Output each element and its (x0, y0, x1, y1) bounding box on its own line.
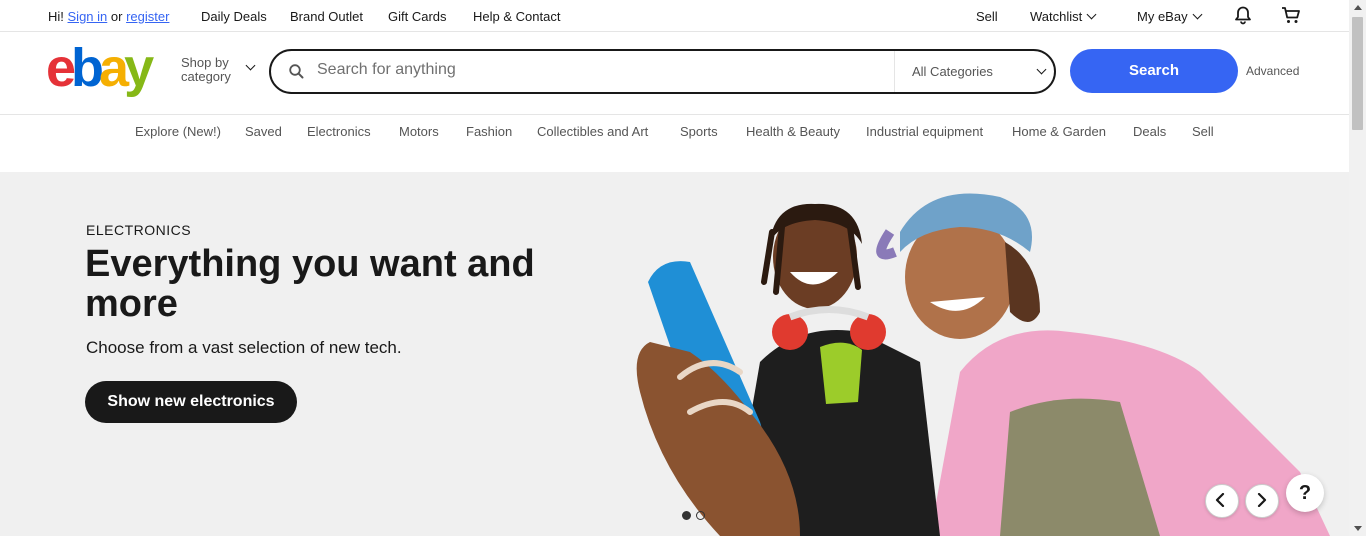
category-select[interactable]: All Categories (894, 51, 1055, 92)
nav-electronics[interactable]: Electronics (307, 124, 371, 139)
nav-health-beauty[interactable]: Health & Beauty (746, 124, 840, 139)
category-nav: Explore (New!) Saved Electronics Motors … (0, 114, 1349, 150)
carousel-dots (682, 507, 710, 525)
carousel-dot[interactable] (696, 511, 705, 520)
search-bar: All Categories (269, 49, 1056, 94)
hero-photo (636, 193, 1330, 536)
daily-deals-link[interactable]: Daily Deals (201, 9, 267, 24)
chevron-down-icon (1036, 64, 1047, 75)
watchlist-menu[interactable]: Watchlist (1030, 9, 1097, 24)
hero-banner: ELECTRONICS Everything you want and more… (0, 172, 1349, 536)
register-link[interactable]: register (126, 9, 169, 24)
search-button[interactable]: Search (1070, 49, 1238, 93)
search-input[interactable] (315, 60, 889, 80)
shop-by-line2: category (181, 69, 231, 84)
nav-explore[interactable]: Explore (New!) (135, 124, 221, 139)
advanced-search-link[interactable]: Advanced (1246, 64, 1299, 78)
shop-by-category-button[interactable]: Shop by category (181, 55, 256, 84)
show-electronics-button[interactable]: Show new electronics (85, 381, 297, 423)
scrollbar-thumb[interactable] (1352, 17, 1363, 130)
header: ebay Shop by category All Categories Sea… (0, 31, 1349, 115)
nav-fashion[interactable]: Fashion (466, 124, 512, 139)
nav-collectibles[interactable]: Collectibles and Art (537, 124, 648, 139)
top-bar: Hi! Sign in or register Daily Deals Bran… (0, 0, 1349, 32)
scroll-up-arrow[interactable] (1354, 5, 1362, 10)
chevron-left-icon (1215, 493, 1225, 507)
nav-sell[interactable]: Sell (1192, 124, 1214, 139)
bell-icon[interactable] (1234, 6, 1252, 28)
hero-title: Everything you want and more (85, 243, 535, 325)
hero-eyebrow: ELECTRONICS (86, 222, 192, 238)
search-icon (289, 64, 304, 84)
shop-by-line1: Shop by (181, 55, 229, 70)
brand-outlet-link[interactable]: Brand Outlet (290, 9, 363, 24)
logo-letter-a: a (99, 38, 129, 98)
nav-motors[interactable]: Motors (399, 124, 439, 139)
carousel-dot[interactable] (682, 511, 691, 520)
hero-subtitle: Choose from a vast selection of new tech… (86, 338, 402, 357)
category-select-label: All Categories (912, 64, 993, 79)
carousel-prev-button[interactable] (1205, 484, 1239, 518)
logo-letter-b: b (71, 38, 104, 98)
chevron-down-icon (1086, 9, 1097, 20)
watchlist-label: Watchlist (1030, 9, 1083, 24)
chevron-down-icon (245, 60, 256, 71)
nav-deals[interactable]: Deals (1133, 124, 1166, 139)
help-contact-link[interactable]: Help & Contact (473, 9, 560, 24)
gift-cards-link[interactable]: Gift Cards (388, 9, 447, 24)
help-button[interactable]: ? (1286, 474, 1324, 512)
carousel-next-button[interactable] (1245, 484, 1279, 518)
my-ebay-menu[interactable]: My eBay (1137, 9, 1203, 24)
chevron-down-icon (1192, 9, 1203, 20)
scroll-down-arrow[interactable] (1354, 526, 1362, 531)
scrollbar[interactable] (1349, 0, 1366, 536)
logo-letter-y: y (124, 38, 154, 98)
nav-industrial[interactable]: Industrial equipment (866, 124, 983, 139)
cart-icon[interactable] (1281, 6, 1301, 28)
logo-letter-e: e (46, 38, 76, 98)
nav-sports[interactable]: Sports (680, 124, 718, 139)
greeting: Hi! Sign in or register (48, 9, 169, 24)
nav-saved[interactable]: Saved (245, 124, 282, 139)
ebay-logo[interactable]: ebay (46, 38, 154, 98)
or-text: or (110, 9, 123, 24)
nav-home-garden[interactable]: Home & Garden (1012, 124, 1106, 139)
chevron-right-icon (1257, 493, 1267, 507)
sign-in-link[interactable]: Sign in (68, 9, 108, 24)
my-ebay-label: My eBay (1137, 9, 1188, 24)
greeting-text: Hi! (48, 9, 64, 24)
sell-link[interactable]: Sell (976, 9, 998, 24)
